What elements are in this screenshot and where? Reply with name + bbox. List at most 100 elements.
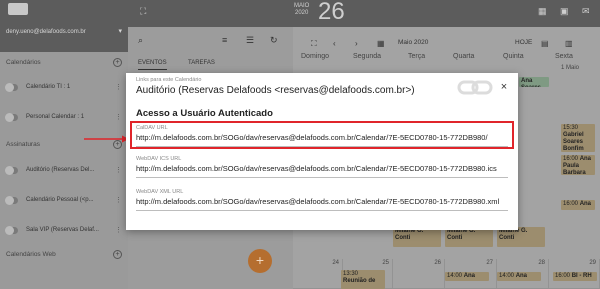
caldav-url-value[interactable]: http://m.delafoods.com.br/SOGo/dav/reser… [136, 133, 508, 147]
date-badge-day: 26 [318, 0, 345, 25]
calendar-event[interactable]: 16:00 BI - RH [553, 272, 597, 281]
dialog-title: Auditório (Reservas Delafoods <reservas@… [136, 85, 415, 96]
sidebar-item-label: Auditório (Reservas Del... [26, 167, 95, 173]
calendar-event[interactable]: 14:00 Ana [445, 272, 489, 281]
more-icon[interactable]: ⋮ [115, 226, 122, 234]
annotation-arrow-icon [84, 135, 129, 143]
day-number: 26 [434, 260, 441, 266]
calendar-event[interactable]: Milaine G. Conti [393, 227, 441, 247]
sidebar-item-label: Calendário TI : 1 [26, 84, 71, 90]
calendar-icon[interactable]: ▦ [538, 6, 547, 17]
event-time: 16:00 [563, 156, 579, 162]
search-icon[interactable]: ⌕ [138, 35, 143, 46]
calendar-event[interactable]: 13:30 Reunião de [341, 270, 385, 289]
calendar-event[interactable]: Milaine G. Conti [497, 227, 545, 247]
event-title: Ana Soares [521, 78, 541, 87]
sidebar-header: deny.ueno@delafoods.com.br ▾ [0, 0, 128, 52]
more-icon[interactable]: ⋮ [115, 83, 122, 91]
dialog-subtitle: Links para este Calendário [136, 77, 202, 83]
weekday-header: Terça [408, 53, 426, 60]
event-title: BI - RH [571, 273, 592, 279]
today-button[interactable]: HOJE [515, 39, 532, 46]
add-calendar-icon[interactable]: + [113, 58, 122, 67]
calendar-event[interactable]: 14:00 Ana [497, 272, 541, 281]
day-cell[interactable]: 26 [393, 259, 445, 289]
more-icon[interactable]: ⋮ [115, 166, 122, 174]
day-number: 27 [486, 260, 493, 266]
calendar-event[interactable]: Ana Soares [519, 77, 549, 87]
next-month-icon[interactable]: › [355, 39, 358, 48]
section-subscriptions: Assinaturas [6, 141, 40, 148]
calendar-toggle[interactable] [5, 83, 18, 92]
fullscreen-icon[interactable]: ⛶ [140, 6, 146, 17]
section-calendars: Calendários [6, 59, 41, 66]
event-time: 14:00 [447, 273, 463, 279]
weekday-header: Segunda [353, 53, 382, 60]
calendar-toggle[interactable] [5, 196, 18, 205]
weekday-header: Quarta [453, 53, 475, 60]
sidebar-item-label: Sala VIP (Reservas Delaf... [26, 227, 99, 233]
account-menu-caret-icon[interactable]: ▾ [118, 27, 122, 35]
event-time: 13:30 [343, 271, 359, 277]
event-title: Ana [515, 273, 528, 279]
sidebar-item-personal-calendar[interactable]: Personal Calendar : 1 ⋮ [0, 110, 128, 126]
close-icon[interactable]: × [498, 81, 510, 93]
date-badge-year: 2020 [294, 10, 309, 16]
webdav-xml-url-field[interactable]: WebDAV XML URL http://m.delafoods.com.br… [136, 189, 508, 211]
calendar-event[interactable]: 16:00 Ana [561, 200, 595, 210]
field-label: WebDAV XML URL [136, 189, 184, 195]
user-email[interactable]: deny.ueno@delafoods.com.br [6, 29, 86, 35]
sidebar-item-calendario-ti[interactable]: Calendário TI : 1 ⋮ [0, 80, 128, 96]
dialog-section-heading: Acesso a Usuário Autenticado [136, 108, 273, 119]
event-title: Ana [463, 273, 476, 279]
date-badge-month: MAIO [294, 3, 310, 9]
day-cell[interactable]: 24 [293, 259, 343, 289]
app-logo [8, 3, 28, 15]
prev-month-icon[interactable]: ‹ [333, 39, 336, 48]
day-number: 24 [332, 260, 339, 266]
webdav-ics-url-value[interactable]: http://m.delafoods.com.br/SOGo/dav/reser… [136, 164, 508, 178]
more-icon[interactable]: ⋮ [115, 113, 122, 121]
sidebar-item-label: Personal Calendar : 1 [26, 114, 85, 120]
event-time: 15:30 [563, 125, 579, 131]
calendar-toggle[interactable] [5, 113, 18, 122]
event-title: Ana [579, 201, 592, 207]
sidebar-item-sala-vip[interactable]: Sala VIP (Reservas Delaf... ⋮ [0, 223, 128, 239]
caldav-url-field[interactable]: CalDAV URL http://m.delafoods.com.br/SOG… [136, 125, 508, 147]
filter-icon[interactable]: ☰ [246, 35, 254, 46]
current-month-label: Maio 2020 [398, 39, 429, 46]
date-badge: MAIO 2020 [294, 3, 309, 17]
date-picker-icon[interactable]: ▦ [377, 39, 385, 48]
tab-tasks[interactable]: TAREFAS [188, 60, 215, 66]
contacts-icon[interactable]: ▣ [560, 6, 569, 17]
more-icon[interactable]: ⋮ [115, 196, 122, 204]
expand-icon[interactable]: ⛶ [311, 39, 317, 49]
webdav-xml-url-value[interactable]: http://m.delafoods.com.br/SOGo/dav/reser… [136, 197, 508, 211]
tab-events[interactable]: EVENTOS [138, 60, 167, 70]
calendar-toggle[interactable] [5, 166, 18, 175]
link-icon [457, 80, 493, 95]
day-view-icon[interactable]: ▤ [541, 39, 549, 48]
mail-icon[interactable]: ✉ [582, 6, 590, 17]
calendar-event[interactable]: 15:30 Gabriel Soares Bonfim [561, 124, 595, 152]
event-time: 16:00 [563, 201, 579, 207]
sidebar-item-label: Calendário Pessoal (<p... [26, 197, 94, 203]
sort-icon[interactable]: ≡ [222, 35, 227, 45]
sidebar: deny.ueno@delafoods.com.br ▾ Calendários… [0, 0, 128, 289]
sidebar-item-calendario-pessoal[interactable]: Calendário Pessoal (<p... ⋮ [0, 193, 128, 209]
calendar-event[interactable]: Milaine G. Conti [445, 227, 493, 247]
week-view-icon[interactable]: ▥ [565, 39, 573, 48]
top-bar: ⛶ MAIO 2020 26 ▦ ▣ ✉ [128, 0, 600, 27]
refresh-icon[interactable]: ↻ [270, 35, 278, 46]
section-web-calendars: Calendários Web [6, 251, 56, 258]
add-event-button[interactable]: + [248, 249, 272, 273]
dialog-header: Links para este Calendário Auditório (Re… [126, 73, 518, 100]
webdav-ics-url-field[interactable]: WebDAV ICS URL http://m.delafoods.com.br… [136, 156, 508, 178]
day-number: 29 [589, 260, 596, 266]
day-number: 28 [538, 260, 545, 266]
add-web-calendar-icon[interactable]: + [113, 250, 122, 259]
calendar-toggle[interactable] [5, 226, 18, 235]
event-title: Gabriel Soares Bonfim [563, 132, 584, 152]
calendar-event[interactable]: 16:00 Ana Paula Barbara [561, 155, 595, 175]
sidebar-item-auditorio[interactable]: Auditório (Reservas Del... ⋮ [0, 163, 128, 179]
